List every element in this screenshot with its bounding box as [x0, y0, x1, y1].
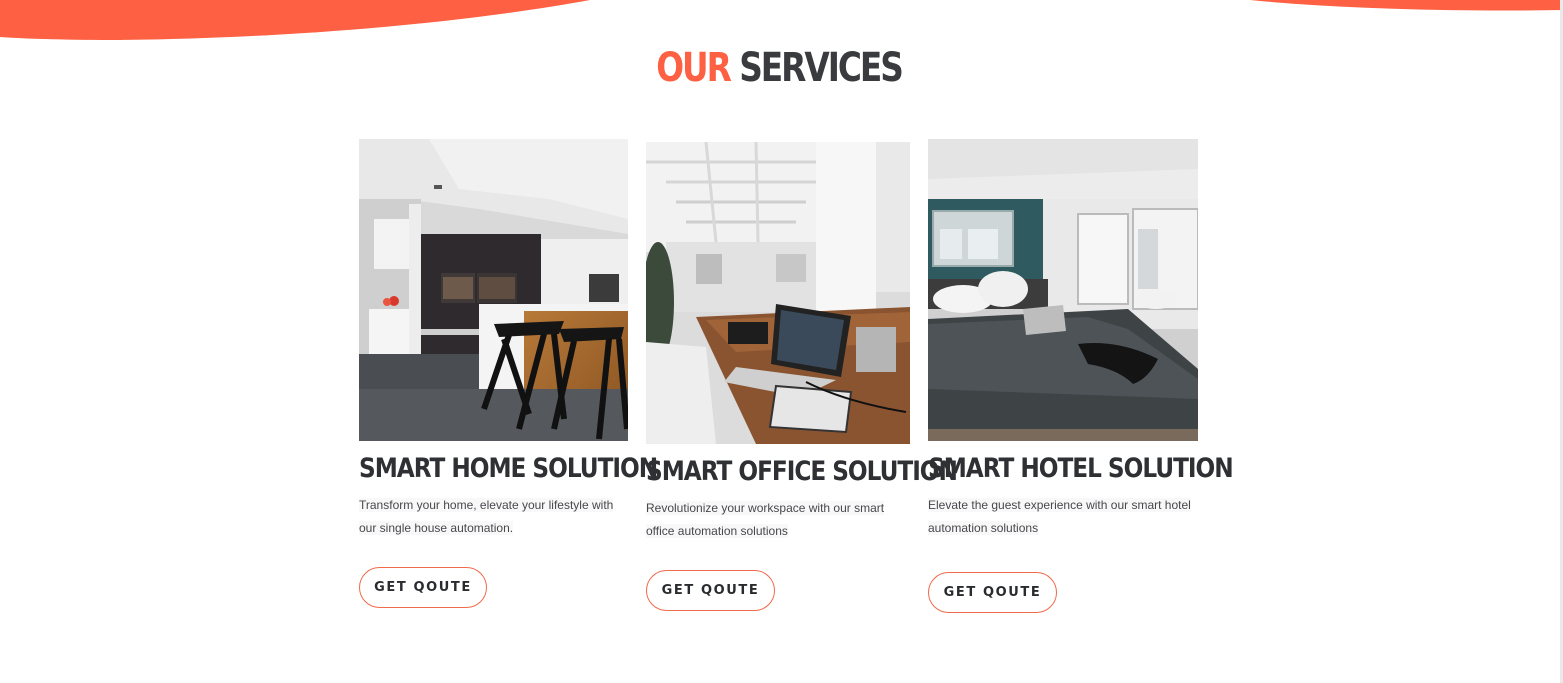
card-title: SMART HOTEL SOLUTION [928, 453, 1234, 484]
get-quote-button[interactable]: GET QOUTE [359, 567, 487, 608]
service-card-office: SMART OFFICE SOLUTION Revolutionize your… [646, 142, 958, 622]
card-description: Elevate the guest experience with our sm… [928, 494, 1191, 540]
card-title: SMART OFFICE SOLUTION [646, 456, 958, 487]
top-wave-decoration [0, 0, 1563, 40]
card-description: Revolutionize your workspace with our sm… [646, 497, 885, 543]
card-description-line: our single house automation. [359, 521, 514, 535]
office-image [646, 142, 910, 444]
service-card-home: SMART HOME SOLUTION Transform your home,… [359, 139, 658, 619]
card-description-line: office automation solutions [646, 524, 788, 538]
get-quote-button[interactable]: GET QOUTE [646, 570, 775, 611]
section-title-rest: SERVICES [739, 45, 904, 91]
card-description: Transform your home, elevate your lifest… [359, 494, 614, 540]
section-title: OUR SERVICES [140, 42, 1418, 94]
card-description-line: Transform your home, elevate your lifest… [359, 498, 614, 512]
services-page: OUR SERVICES SMART HOME SOLUTION Transfo… [0, 0, 1563, 683]
hotel-bedroom-image [928, 139, 1198, 441]
service-card-hotel: SMART HOTEL SOLUTION Elevate the guest e… [928, 139, 1234, 619]
get-quote-button[interactable]: GET QOUTE [928, 572, 1057, 613]
card-title: SMART HOME SOLUTION [359, 453, 658, 484]
card-description-line: automation solutions [928, 521, 1039, 535]
section-title-accent: OUR [656, 45, 732, 91]
card-description-line: Elevate the guest experience with our sm… [928, 498, 1191, 512]
card-description-line: Revolutionize your workspace with our sm… [646, 501, 885, 515]
kitchen-image [359, 139, 628, 441]
